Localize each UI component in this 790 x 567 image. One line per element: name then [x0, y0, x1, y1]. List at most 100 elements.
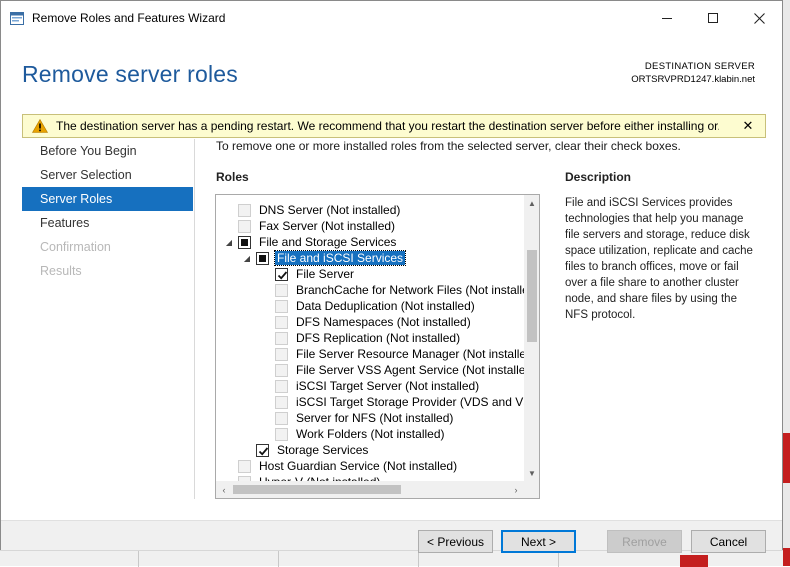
role-row[interactable]: File Server — [261, 266, 354, 282]
nav-item-results: Results — [40, 264, 82, 278]
pending-restart-warning: The destination server has a pending res… — [22, 114, 766, 138]
role-label: Fax Server (Not installed) — [259, 219, 396, 233]
scroll-left-icon[interactable]: ‹ — [216, 481, 232, 498]
role-checkbox — [238, 203, 251, 217]
warning-icon — [31, 118, 49, 133]
description-text: File and iSCSI Services provides technol… — [565, 197, 753, 321]
role-checkbox — [275, 363, 288, 377]
role-row[interactable]: Storage Services — [242, 442, 368, 458]
nav-item-server-selection[interactable]: Server Selection — [22, 163, 193, 187]
remove-button: Remove — [607, 530, 682, 553]
warning-text: The destination server has a pending res… — [56, 119, 719, 133]
role-row[interactable]: Host Guardian Service (Not installed) — [224, 458, 457, 474]
background-divider — [278, 551, 279, 567]
destination-server-name: ORTSRVPRD1247.klabin.net — [631, 74, 755, 85]
roles-tree[interactable]: DNS Server (Not installed) Fax Server (No… — [215, 194, 540, 499]
role-checkbox — [238, 219, 251, 233]
wizard-window: Remove Roles and Features Wizard Remove … — [0, 0, 783, 553]
role-checkbox — [275, 379, 288, 393]
role-row[interactable]: iSCSI Target Server (Not installed) — [261, 378, 479, 394]
dismiss-warning-button[interactable]: ✕ — [739, 118, 757, 134]
nav-item-confirmation: Confirmation — [40, 240, 111, 254]
close-icon — [753, 12, 765, 24]
vertical-scroll-thumb[interactable] — [527, 250, 537, 342]
role-label: DNS Server (Not installed) — [259, 203, 401, 217]
expand-arrow-icon[interactable]: ◢ — [224, 234, 234, 250]
role-row[interactable]: BranchCache for Network Files (Not insta… — [261, 282, 539, 298]
background-red-block — [680, 555, 708, 567]
expand-arrow-icon[interactable]: ◢ — [242, 250, 252, 266]
role-label: File Server Resource Manager (Not instal… — [296, 347, 537, 361]
role-label: Data Deduplication (Not installed) — [296, 299, 475, 313]
previous-button[interactable]: < Previous — [418, 530, 493, 553]
role-checkbox — [275, 315, 288, 329]
role-checkbox — [275, 331, 288, 345]
role-row[interactable]: File Server VSS Agent Service (Not insta… — [261, 362, 536, 378]
instruction-text: To remove one or more installed roles fr… — [216, 139, 681, 153]
window-title: Remove Roles and Features Wizard — [32, 11, 226, 25]
role-label: Work Folders (Not installed) — [296, 427, 445, 441]
horizontal-scrollbar[interactable]: ‹ › — [216, 481, 524, 498]
role-row[interactable]: Data Deduplication (Not installed) — [261, 298, 475, 314]
page-title: Remove server roles — [22, 61, 238, 87]
role-label: BranchCache for Network Files (Not insta… — [296, 283, 540, 297]
next-button[interactable]: Next > — [501, 530, 576, 553]
role-row[interactable]: Fax Server (Not installed) — [224, 218, 395, 234]
minimize-icon — [662, 18, 672, 19]
minimize-button[interactable] — [644, 1, 690, 35]
role-row[interactable]: Work Folders (Not installed) — [261, 426, 445, 442]
role-row[interactable]: Server for NFS (Not installed) — [261, 410, 453, 426]
maximize-button[interactable] — [690, 1, 736, 35]
vertical-scrollbar[interactable]: ▲ ▼ — [524, 195, 539, 481]
checkmark-icon — [277, 270, 288, 280]
background-divider — [418, 551, 419, 567]
nav-item-features[interactable]: Features — [22, 211, 193, 235]
role-row[interactable]: ◢ File and Storage Services — [224, 234, 396, 250]
role-row[interactable]: File Server Resource Manager (Not instal… — [261, 346, 537, 362]
role-row[interactable]: iSCSI Target Storage Provider (VDS and V… — [261, 394, 539, 410]
horizontal-scroll-thumb[interactable] — [233, 485, 401, 494]
close-button[interactable] — [736, 1, 782, 35]
role-row[interactable]: ◢ File and iSCSI Services — [242, 250, 407, 266]
role-label: File Server VSS Agent Service (Not insta… — [296, 363, 537, 377]
role-label: Storage Services — [277, 443, 369, 457]
role-row[interactable]: DFS Namespaces (Not installed) — [261, 314, 471, 330]
background-divider — [138, 551, 139, 567]
role-checkbox[interactable] — [256, 443, 269, 457]
roles-heading: Roles — [216, 170, 249, 184]
scroll-up-icon[interactable]: ▲ — [524, 195, 539, 211]
title-bar[interactable]: Remove Roles and Features Wizard — [1, 1, 782, 35]
description-heading: Description — [565, 170, 632, 184]
nav-item-before-you-begin[interactable]: Before You Begin — [22, 139, 193, 163]
role-label: File Server — [296, 267, 355, 281]
role-checkbox[interactable] — [238, 235, 251, 249]
role-row[interactable]: DFS Replication (Not installed) — [261, 330, 460, 346]
destination-server-label: DESTINATION SERVER — [644, 61, 755, 72]
nav-item-server-roles[interactable]: Server Roles — [22, 187, 193, 211]
scroll-right-icon[interactable]: › — [508, 481, 524, 498]
background-red-block — [783, 548, 790, 566]
role-label: iSCSI Target Storage Provider (VDS and V… — [296, 395, 539, 409]
role-row[interactable]: DNS Server (Not installed) — [224, 202, 400, 218]
role-checkbox[interactable] — [275, 267, 288, 281]
maximize-icon — [708, 13, 718, 23]
role-checkbox[interactable] — [256, 251, 269, 265]
wizard-nav: Before You Begin Server Selection Server… — [22, 139, 193, 283]
role-checkbox — [275, 427, 288, 441]
scroll-down-icon[interactable]: ▼ — [524, 465, 539, 481]
cancel-button[interactable]: Cancel — [691, 530, 766, 553]
scrollbar-corner — [524, 481, 539, 498]
